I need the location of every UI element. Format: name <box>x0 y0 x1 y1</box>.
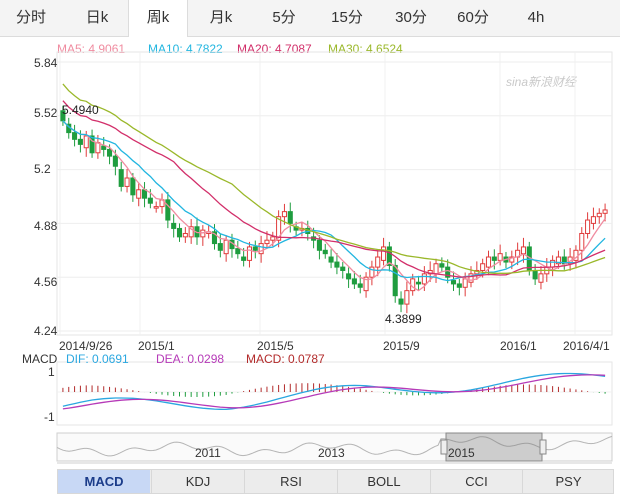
candle-body <box>118 169 124 187</box>
candle-body <box>141 189 148 199</box>
tab-macd[interactable]: MACD <box>58 470 150 493</box>
x-tick-2015-1: 2015/1 <box>138 339 175 353</box>
tab-psy[interactable]: PSY <box>522 470 614 493</box>
candle-body <box>381 246 387 261</box>
candle-body <box>107 148 113 157</box>
candle-body <box>415 281 422 285</box>
tab-boll[interactable]: BOLL <box>337 470 430 493</box>
candle-body <box>538 273 544 283</box>
candle-body <box>217 243 223 251</box>
candle-body <box>246 246 253 261</box>
y-tick-4-56: 4.56 <box>34 275 58 289</box>
candle-body <box>200 229 206 238</box>
candle-body <box>95 142 101 154</box>
x-tick-2016-4-1: 2016/4/1 <box>563 339 610 353</box>
y-tick-5-2: 5.2 <box>34 162 51 176</box>
x-tick-2015-5: 2015/5 <box>257 339 294 353</box>
candle-body <box>579 232 585 251</box>
candle-body <box>316 239 322 251</box>
candle-body <box>375 256 381 268</box>
candle-body <box>223 239 229 255</box>
candle-body <box>497 253 503 261</box>
candle-body <box>602 209 608 214</box>
candle-body <box>77 138 83 145</box>
candle-body <box>485 256 492 268</box>
candle-body <box>252 246 258 251</box>
macd-value: MACD: 0.0787 <box>246 352 325 366</box>
candle-body <box>532 269 538 280</box>
candle-body <box>346 273 352 280</box>
candle-body <box>456 283 462 288</box>
candle-body <box>392 264 398 297</box>
candle-body <box>585 219 591 234</box>
candle-body <box>176 227 183 238</box>
nav-tick-2015: 2015 <box>448 446 475 460</box>
navigator-right-handle <box>539 439 547 455</box>
nav-tick-2013: 2013 <box>318 446 345 460</box>
candle-body <box>491 256 497 261</box>
candle-body <box>241 256 247 261</box>
candle-body <box>480 263 486 271</box>
candle-body <box>550 259 556 268</box>
candle-body <box>130 177 136 196</box>
candle-body <box>462 278 468 288</box>
tab-kdj[interactable]: KDJ <box>151 470 244 493</box>
candle-body <box>596 212 602 218</box>
candle-body <box>165 199 171 221</box>
x-tick-2015-9: 2015/9 <box>383 339 420 353</box>
candle-body <box>101 145 107 150</box>
candle-body <box>404 290 410 305</box>
candle-body <box>357 283 363 288</box>
macd-label: MACD <box>22 352 58 366</box>
candle-body <box>258 243 264 255</box>
macd-tick-minus-1: -1 <box>44 410 55 424</box>
candle-body <box>520 246 527 255</box>
candle-body <box>287 211 293 224</box>
candle-body <box>421 273 427 285</box>
macd-dea-value: DEA: 0.0298 <box>156 352 225 366</box>
candle-body <box>590 216 596 224</box>
x-tick-2016-1: 2016/1 <box>500 339 537 353</box>
high-price-annotation: 5.4940 <box>62 103 99 117</box>
y-tick-4-88: 4.88 <box>34 219 58 233</box>
navigator-left-handle <box>440 439 448 455</box>
candle-body <box>112 155 118 167</box>
candlestick-chart[interactable] <box>0 0 620 502</box>
candle-body <box>136 189 142 199</box>
indicator-tabs: MACD KDJ RSI BOLL CCI PSY <box>57 469 614 494</box>
candle-body <box>322 249 328 255</box>
y-tick-4-24: 4.24 <box>34 324 58 338</box>
candle-body <box>450 280 457 285</box>
candle-body <box>235 248 241 255</box>
macd-dif-value: DIF: 0.0691 <box>66 352 129 366</box>
candle-body <box>147 197 153 204</box>
candle-body <box>182 232 188 238</box>
candle-body <box>270 236 276 241</box>
tab-cci[interactable]: CCI <box>430 470 522 493</box>
candle-body <box>340 266 346 271</box>
y-tick-5-52: 5.52 <box>34 106 58 120</box>
candle-body <box>124 177 130 187</box>
candle-body <box>264 239 270 245</box>
macd-tick-1: 1 <box>48 365 55 379</box>
tab-rsi[interactable]: RSI <box>244 470 337 493</box>
x-tick-2014-9-26: 2014/9/26 <box>59 339 113 353</box>
candle-body <box>398 298 404 305</box>
candle-body <box>351 278 357 285</box>
macd-panel-frame <box>56 361 613 426</box>
low-price-annotation: 4.3899 <box>385 312 422 326</box>
nav-tick-2011: 2011 <box>195 446 221 460</box>
candle-body <box>433 263 439 275</box>
candle-body <box>439 263 445 268</box>
candle-body <box>334 261 340 268</box>
y-tick-5-84: 5.84 <box>34 56 58 70</box>
candle-body <box>153 206 159 209</box>
candle-body <box>171 222 177 229</box>
candle-body <box>72 132 78 140</box>
candle-body <box>281 211 287 218</box>
candle-body <box>328 256 334 263</box>
candle-body <box>83 135 89 149</box>
